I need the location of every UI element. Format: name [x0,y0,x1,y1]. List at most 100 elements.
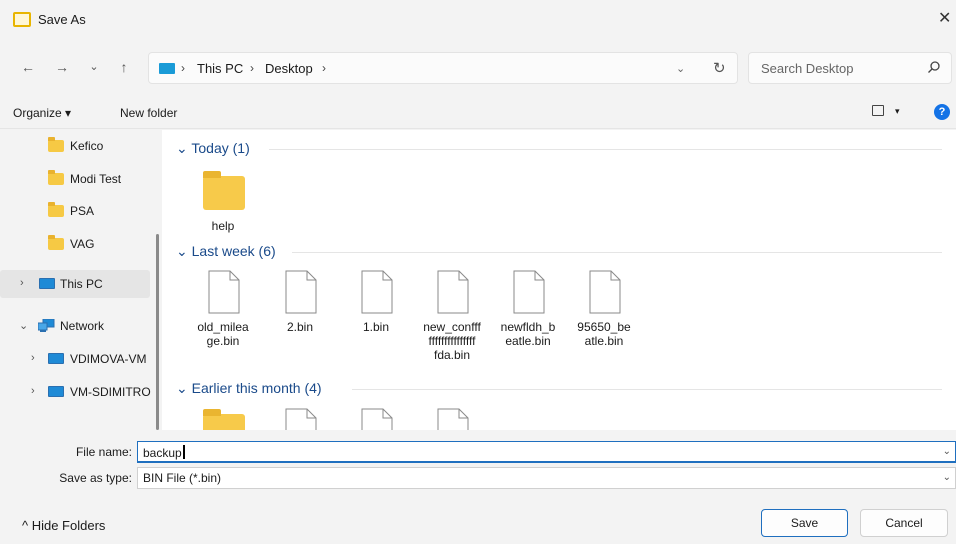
file-tile-label: help [211,219,235,233]
file-tile[interactable] [416,408,488,430]
new-folder-button[interactable]: New folder [120,106,177,120]
group-collapse-chevron-icon[interactable]: ⌄ [176,140,188,156]
group-divider [352,389,942,390]
folder-icon [48,235,64,250]
folder-icon [48,202,64,217]
save-as-type-label: Save as type: [59,471,132,485]
file-tile-label: 95650_be atle.bin [577,320,631,348]
sidebar-item-modi-test[interactable]: Modi Test [0,165,150,193]
file-tile-newfldh-beatle-bin[interactable]: newfldh_b eatle.bin [492,270,564,370]
sidebar-item-this-pc[interactable]: › This PC [0,270,150,298]
folder-icon [48,170,64,185]
sidebar-item-network[interactable]: ⌄ Network [0,312,150,340]
address-dropdown-icon[interactable]: ⌄ [676,62,685,75]
search-icon [928,61,940,73]
group-header-earlier-this-month[interactable]: ⌄ Earlier this month (4) [176,380,322,397]
group-header-label: Earlier this month (4) [191,380,322,396]
expand-chevron-icon[interactable]: › [31,352,35,364]
file-tile[interactable] [187,409,259,430]
file-tile-label: new_confff fffffffffffffff fda.bin [423,320,481,362]
sidebar-item-vm-sdimitro[interactable]: › VM-SDIMITRO [0,378,151,406]
command-bar: Organize ▾ New folder ▾ ? [0,97,956,129]
breadcrumb-separator-icon[interactable]: › [322,61,326,75]
save-button[interactable]: Save [761,509,848,537]
breadcrumb-separator-icon: › [181,61,185,75]
folder-icon [48,137,64,152]
blank-file-icon [513,270,545,314]
file-tile-2-bin[interactable]: 2.bin [264,270,336,370]
file-name-label: File name: [75,445,132,459]
monitor-icon [39,278,55,289]
sidebar-scrollbar[interactable] [156,234,159,430]
blank-file-icon [285,270,317,314]
collapse-chevron-icon[interactable]: ⌄ [19,319,28,332]
view-options-icon[interactable] [872,105,884,116]
save-as-type-select[interactable]: BIN File (*.bin) ⌄ [137,467,956,489]
folder-outline-icon [13,12,31,27]
file-tile-label: 2.bin [286,320,314,334]
group-header-label: Today (1) [191,140,250,156]
view-options-caret-icon[interactable]: ▾ [895,106,900,117]
file-tile-new-config-fda-bin[interactable]: new_confff fffffffffffffff fda.bin [416,270,488,370]
recent-locations-chevron-icon[interactable]: ⌄ [84,56,104,78]
window-title: Save As [38,12,86,27]
save-as-type-dropdown-icon[interactable]: ⌄ [943,472,951,483]
network-icon [38,319,55,332]
sidebar-item-psa[interactable]: PSA [0,197,150,225]
file-list: ⌄ Today (1) help ⌄ Last week (6) old_mil… [162,130,956,430]
forward-arrow-icon[interactable]: → [52,56,72,78]
file-tile-label: old_milea ge.bin [197,320,249,348]
sidebar-item-label: Modi Test [70,172,122,186]
refresh-icon[interactable]: ↻ [713,59,726,77]
group-divider [269,149,942,150]
file-name-value: backup [143,445,185,460]
text-caret [182,445,185,459]
group-collapse-chevron-icon[interactable]: ⌄ [176,243,188,259]
sidebar-item-vdimova-vm[interactable]: › VDIMOVA-VM [0,345,150,373]
file-name-dropdown-icon[interactable]: ⌄ [943,446,951,457]
breadcrumb-separator-icon: › [250,61,254,75]
file-tile-help[interactable]: help [187,171,259,236]
up-arrow-icon[interactable]: ↑ [114,56,134,78]
search-input[interactable]: Search Desktop [748,52,952,84]
blank-file-icon [437,270,469,314]
blank-file-icon [361,270,393,314]
organize-button[interactable]: Organize ▾ [13,106,71,120]
blank-file-icon [285,408,317,430]
file-tile[interactable] [264,408,336,430]
expand-chevron-icon[interactable]: › [31,385,35,397]
address-bar[interactable]: › This PC › Desktop › ⌄ ↻ [148,52,738,84]
file-name-input[interactable]: backup ⌄ [137,441,956,463]
folder-icon [203,409,245,430]
file-tile-label: newfldh_b eatle.bin [500,320,556,348]
expand-chevron-icon[interactable]: › [20,277,24,289]
back-arrow-icon[interactable]: ← [18,56,38,78]
file-tile-95650-beatle-bin[interactable]: 95650_be atle.bin [568,270,640,370]
sidebar-item-label: PSA [70,204,95,218]
file-tile-label: 1.bin [362,320,390,334]
hide-folders-button[interactable]: ^ Hide Folders [22,518,105,533]
sidebar-item-vag[interactable]: VAG [0,230,150,258]
group-header-last-week[interactable]: ⌄ Last week (6) [176,243,276,260]
folder-icon [203,171,245,210]
file-tile[interactable] [340,408,412,430]
breadcrumb-desktop[interactable]: Desktop [265,61,313,76]
group-collapse-chevron-icon[interactable]: ⌄ [176,380,188,396]
save-form: File name: backup ⌄ Save as type: BIN Fi… [0,430,956,544]
sidebar-item-label: VAG [70,237,95,251]
group-header-today[interactable]: ⌄ Today (1) [176,140,250,157]
help-icon[interactable]: ? [934,104,950,120]
sidebar-item-label: VM-SDIMITRO [70,385,151,399]
close-icon[interactable]: ✕ [938,8,956,30]
sidebar-item-kefico[interactable]: Kefico [0,132,150,160]
navigation-row: ← → ⌄ ↑ › This PC › Desktop › ⌄ ↻ Search… [0,46,956,90]
sidebar-item-label: VDIMOVA-VM [70,352,147,366]
breadcrumb-this-pc[interactable]: This PC [197,61,243,76]
file-tile-old-mileage-bin[interactable]: old_milea ge.bin [187,270,259,370]
group-divider [292,252,942,253]
blank-file-icon [361,408,393,430]
file-tile-1-bin[interactable]: 1.bin [340,270,412,370]
cancel-button[interactable]: Cancel [860,509,948,537]
this-pc-icon [159,63,175,74]
search-placeholder: Search Desktop [761,61,854,76]
